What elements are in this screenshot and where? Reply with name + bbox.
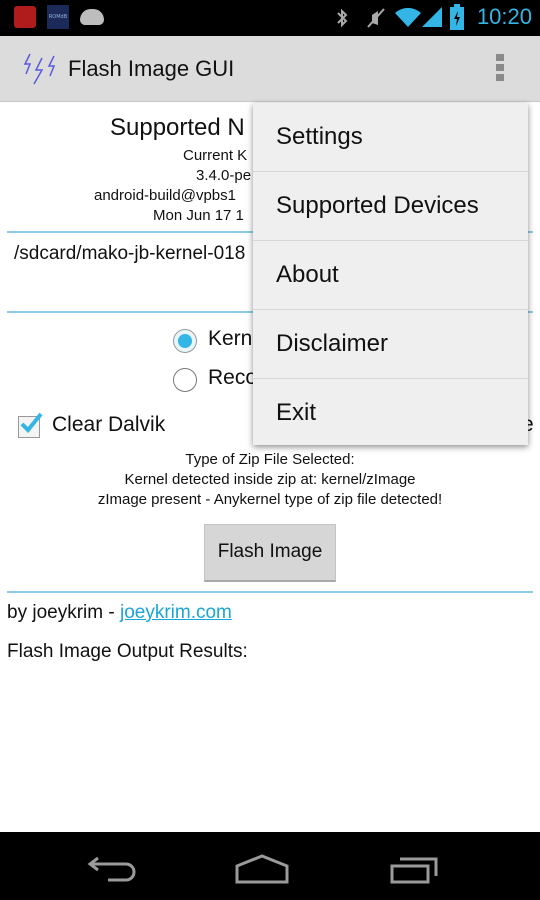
menu-item-settings[interactable]: Settings [253, 103, 528, 172]
radio-label: Reco [208, 366, 258, 389]
zip-info-line: zImage present - Anykernel type of zip f… [97, 491, 443, 508]
status-bar: ROMdB 10:20 [0, 0, 540, 36]
divider [7, 591, 533, 593]
signal-icon [422, 7, 442, 27]
file-path-input[interactable]: /sdcard/mako-jb-kernel-018 [14, 243, 245, 265]
battery-charging-icon [450, 4, 464, 30]
credit-line: by joeykrim - joeykrim.com [7, 602, 232, 624]
radio-selected-icon [173, 329, 197, 353]
kernel-info-line: Mon Jun 17 1 [153, 207, 244, 224]
bluetooth-icon [337, 8, 348, 28]
radio-label: Kern [208, 327, 253, 350]
menu-item-disclaimer[interactable]: Disclaimer [253, 310, 528, 379]
menu-item-supported-devices[interactable]: Supported Devices [253, 172, 528, 241]
output-label: Flash Image Output Results: [7, 641, 248, 662]
kernel-info-line: 3.4.0-pe [196, 167, 252, 184]
kernel-info-line: android-build@vpbs1 [94, 187, 236, 204]
menu-item-exit[interactable]: Exit [253, 379, 528, 447]
credit-link[interactable]: joeykrim.com [120, 602, 232, 623]
overflow-menu-icon[interactable] [494, 54, 506, 84]
overflow-menu: Settings Supported Devices About Disclai… [253, 103, 528, 445]
credit-text: by joeykrim - [7, 602, 120, 623]
radio-unselected-icon [173, 368, 197, 392]
zip-info-line: Kernel detected inside zip at: kernel/zI… [124, 471, 416, 488]
home-icon[interactable] [235, 854, 289, 884]
android-icon [80, 9, 104, 25]
recent-apps-icon[interactable] [390, 854, 440, 884]
romdb-icon: ROMdB [47, 5, 69, 29]
status-clock: 10:20 [476, 4, 532, 29]
zip-info-line: Type of Zip File Selected: [185, 451, 355, 468]
wifi-icon [395, 7, 421, 28]
menu-item-about[interactable]: About [253, 241, 528, 310]
app-notification-icon [14, 6, 36, 28]
checkbox-checked-icon [18, 412, 43, 438]
lightning-icon [23, 53, 56, 85]
back-icon[interactable] [86, 854, 136, 882]
app-title: Flash Image GUI [68, 56, 235, 81]
kernel-info-line: Current K [183, 147, 248, 164]
checkbox-label: Clear Dalvik [52, 413, 166, 436]
flash-image-button[interactable]: Flash Image [204, 524, 336, 582]
navigation-bar [0, 832, 540, 900]
muted-icon [367, 8, 385, 28]
action-bar: Flash Image GUI [0, 36, 540, 102]
